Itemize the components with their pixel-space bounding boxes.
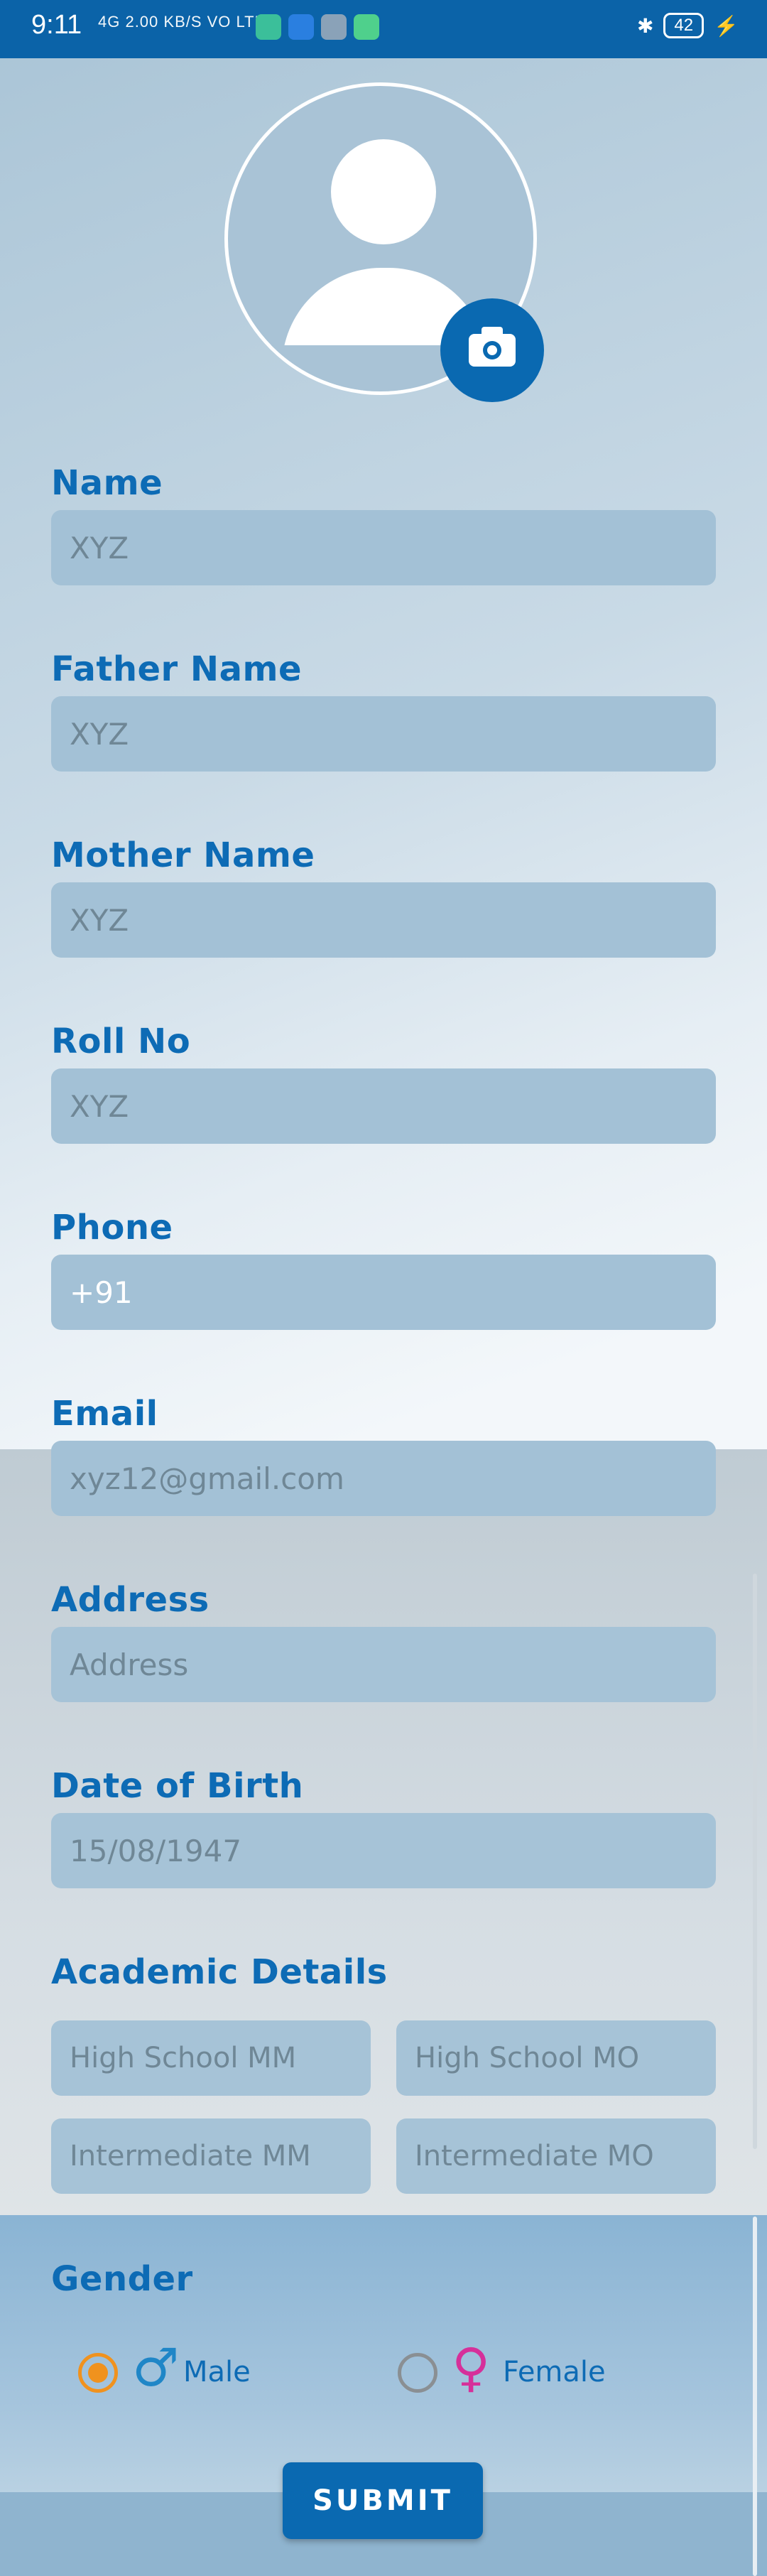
address-label: Address [51,1580,210,1620]
academic-details-label: Academic Details [51,1952,388,1992]
high-school-mo-input[interactable]: High School MO [396,2020,716,2096]
chat-icon [354,14,379,40]
avatar-head [331,139,436,244]
battery-indicator: 42 [663,13,705,38]
high-school-mm-input[interactable]: High School MM [51,2020,371,2096]
network-indicator: 4G 2.00 KB/S VO LTE [98,13,266,31]
dob-label: Date of Birth [51,1766,304,1806]
camera-icon [469,327,516,367]
male-radio[interactable] [78,2353,118,2393]
female-label: Female [503,2356,606,2388]
phone-input[interactable]: +91 [51,1255,716,1330]
status-time: 9:11 [31,10,82,40]
change-photo-button[interactable] [440,298,544,402]
father-name-label: Father Name [51,649,303,689]
address-input[interactable]: Address [51,1627,716,1702]
male-label: Male [183,2356,251,2388]
male-symbol-icon: ♂ [132,2337,180,2398]
status-bar: 9:11 4G 2.00 KB/S VO LTE ✱ 42 ⚡ [0,0,767,58]
charging-icon: ⚡ [714,14,739,37]
roll-no-label: Roll No [51,1022,191,1061]
father-name-input[interactable]: XYZ [51,696,716,772]
name-input[interactable]: XYZ [51,510,716,585]
gender-section-background [0,2215,767,2492]
app-notification-icon [256,14,281,40]
scrollbar-secondary[interactable] [753,2217,757,2576]
status-right: ✱ 42 ⚡ [637,13,739,38]
submit-button[interactable]: SUBMIT [283,2462,483,2539]
email-label: Email [51,1394,158,1434]
scrollbar[interactable] [753,1574,757,2149]
mother-name-input[interactable]: XYZ [51,882,716,958]
notification-icons [256,14,379,40]
gender-label: Gender [51,2259,193,2299]
email-input[interactable]: xyz12@gmail.com [51,1441,716,1516]
phone-label: Phone [51,1208,173,1248]
intermediate-mm-input[interactable]: Intermediate MM [51,2118,371,2194]
drive-icon [321,14,347,40]
intermediate-mo-input[interactable]: Intermediate MO [396,2118,716,2194]
mother-name-label: Mother Name [51,835,315,875]
dob-input[interactable]: 15/08/1947 [51,1813,716,1888]
female-radio[interactable] [398,2353,437,2393]
usb-icon [288,14,314,40]
bluetooth-icon: ✱ [636,14,654,37]
roll-no-input[interactable]: XYZ [51,1068,716,1144]
female-symbol-icon: ♀ [452,2337,491,2398]
name-label: Name [51,463,163,503]
